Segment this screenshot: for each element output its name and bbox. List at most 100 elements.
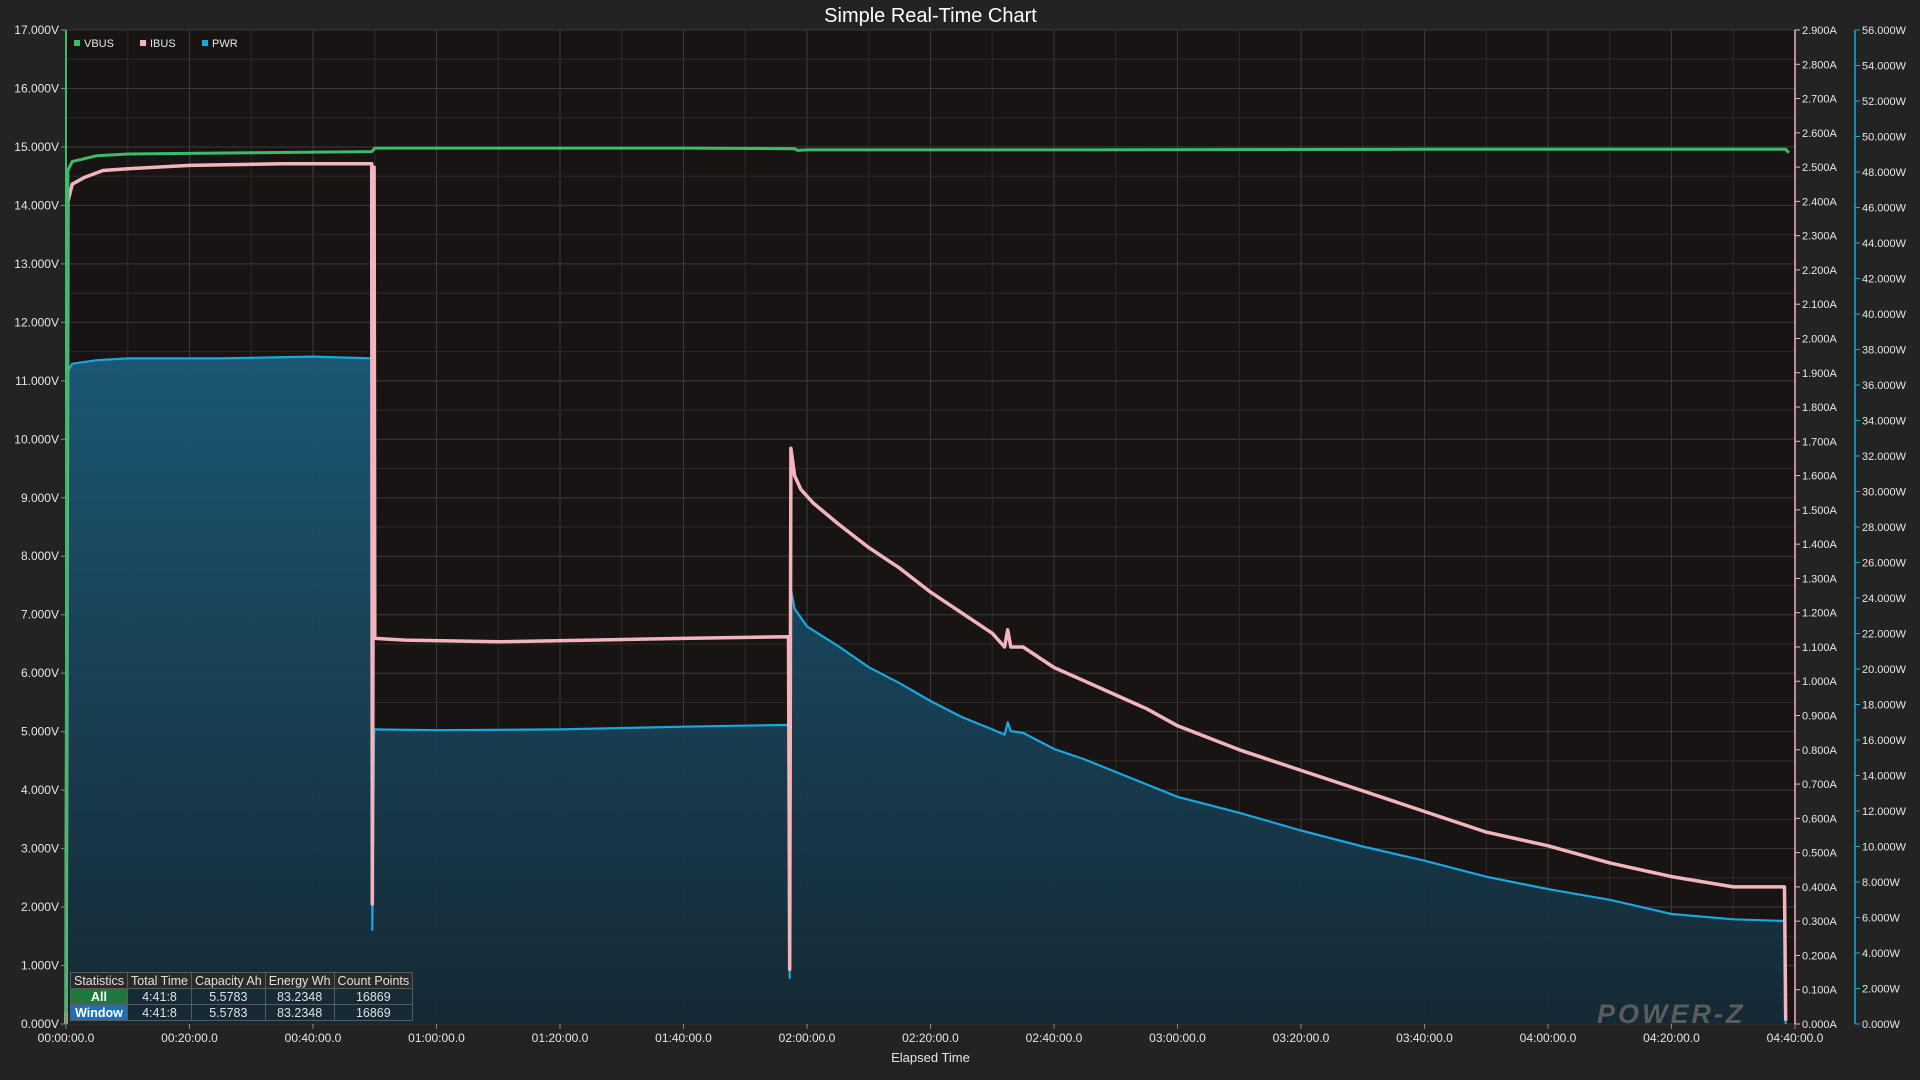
chart-title: Simple Real-Time Chart [824,5,1037,27]
y-right1-tick-label: 0.800A [1802,745,1838,757]
y-left-tick-label: 10.000V [14,432,59,446]
y-right2-tick-label: 10.000W [1862,842,1907,854]
y-right1-tick-label: 0.500A [1802,848,1838,860]
y-right1-tick-label: 0.300A [1802,916,1838,928]
stats-cell-capacity: 5.5783 [190,988,266,1005]
x-tick-label: 02:40:00.0 [1026,1031,1083,1045]
x-tick-label: 00:00:00.0 [38,1031,95,1045]
y-left-tick-label: 8.000V [21,549,59,563]
y-right2-tick-label: 22.000W [1862,629,1907,641]
y-right1-tick-label: 1.500A [1802,505,1838,517]
x-tick-label: 01:40:00.0 [655,1031,712,1045]
y-right2-tick-label: 32.000W [1862,451,1907,463]
y-right2-tick-label: 44.000W [1862,238,1907,250]
y-right2-tick-label: 24.000W [1862,593,1907,605]
legend-swatch [140,40,146,46]
y-right1-tick-label: 0.900A [1802,711,1838,723]
y-left-tick-label: 2.000V [21,900,59,914]
x-tick-label: 00:40:00.0 [285,1031,342,1045]
y-right1-tick-label: 0.600A [1802,813,1838,825]
y-right1-tick-label: 2.800A [1802,59,1838,71]
y-left-tick-label: 16.000V [14,81,59,95]
x-tick-label: 04:20:00.0 [1643,1031,1700,1045]
y-left-tick-label: 1.000V [21,959,59,973]
stats-header: Count Points [333,972,414,989]
y-right2-tick-label: 50.000W [1862,132,1907,144]
y-left-tick-label: 12.000V [14,315,59,329]
y-left-tick-label: 3.000V [21,842,59,856]
y-right1-tick-label: 1.800A [1802,402,1838,414]
y-right1-tick-label: 2.200A [1802,265,1838,277]
y-right2-tick-label: 2.000W [1862,984,1901,996]
y-right2-tick-label: 40.000W [1862,309,1907,321]
statistics-table: Statistics Total Time Capacity Ah Energy… [69,972,414,1021]
y-right1-tick-label: 2.400A [1802,196,1838,208]
y-right2-tick-label: 16.000W [1862,735,1907,747]
x-tick-label: 03:40:00.0 [1396,1031,1453,1045]
chart: Simple Real-Time Chart 00:00:00.0 00:20:0… [14,5,1907,1065]
x-tick-label: 04:40:00.0 [1767,1031,1824,1045]
stats-header: Total Time [127,972,192,989]
y-right2-tick-label: 46.000W [1862,203,1907,215]
y-left-tick-label: 15.000V [14,140,59,154]
y-right2-tick-label: 12.000W [1862,806,1907,818]
y-right1-tick-label: 1.400A [1802,539,1838,551]
y-right2-tick-label: 20.000W [1862,664,1907,676]
stats-header: Energy Wh [264,972,335,989]
y-right1-tick-label: 1.100A [1802,642,1838,654]
y-right2-tick-label: 56.000W [1862,25,1907,37]
y-right2-tick-label: 52.000W [1862,96,1907,108]
y-right1-tick-label: 2.300A [1802,231,1838,243]
legend-swatch [74,40,80,46]
y-right1-tick-label: 2.000A [1802,333,1838,345]
y-right2-tick-label: 30.000W [1862,487,1907,499]
stats-cell-capacity: 5.5783 [190,1004,266,1021]
y-right2-tick-label: 42.000W [1862,274,1907,286]
y-right2-tick-label: 54.000W [1862,61,1907,73]
stats-row-window: Window 4:41:8 5.5783 83.2348 16869 [69,1004,414,1021]
x-tick-label: 03:20:00.0 [1273,1031,1330,1045]
y-right2-tick-label: 4.000W [1862,948,1901,960]
stats-header: Statistics [69,972,129,989]
x-tick-label: 01:20:00.0 [532,1031,589,1045]
stats-cell-total-time: 4:41:8 [127,988,192,1005]
y-right2-tick-label: 6.000W [1862,913,1901,925]
y-right2-tick-label: 26.000W [1862,558,1907,570]
legend-label: VBUS [84,38,114,50]
y-right2-tick-label: 38.000W [1862,345,1907,357]
y-right2-tick-label: 0.000W [1862,1019,1901,1031]
stats-cell-count: 16869 [333,988,414,1005]
y-right1-tick-label: 0.200A [1802,950,1838,962]
y-right1-tick-label: 0.000A [1802,1019,1838,1031]
y-right1-tick-label: 1.600A [1802,471,1838,483]
stats-cell-energy: 83.2348 [264,988,335,1005]
y-right2-tick-label: 48.000W [1862,167,1907,179]
y-left-tick-label: 0.000V [21,1017,59,1031]
legend: VBUS IBUS PWR [74,38,238,50]
y-right1-tick-label: 1.900A [1802,368,1838,380]
stats-header-row: Statistics Total Time Capacity Ah Energy… [69,972,414,989]
stats-cell-count: 16869 [333,1004,414,1021]
x-axis-title: Elapsed Time [891,1050,970,1065]
legend-label: IBUS [150,38,176,50]
y-left-tick-label: 4.000V [21,783,59,797]
stats-cell-energy: 83.2348 [264,1004,335,1021]
y-right1-tick-label: 2.500A [1802,162,1838,174]
x-tick-label: 03:00:00.0 [1149,1031,1206,1045]
stats-row-label: All [69,988,129,1005]
y-left-tick-label: 17.000V [14,23,59,37]
y-left-tick-label: 11.000V [15,374,59,388]
x-tick-label: 02:20:00.0 [902,1031,959,1045]
y-right1-tick-label: 0.400A [1802,882,1838,894]
stats-row-label: Window [69,1004,129,1021]
y-right2-tick-label: 36.000W [1862,380,1907,392]
legend-label: PWR [212,38,238,50]
y-left-tick-label: 14.000V [14,198,59,212]
y-right1-tick-label: 2.600A [1802,128,1838,140]
y-right2-tick-label: 14.000W [1862,771,1907,783]
y-left-tick-label: 5.000V [21,725,59,739]
stats-header: Capacity Ah [190,972,266,989]
y-right1-tick-label: 2.900A [1802,25,1838,37]
y-left-tick-label: 13.000V [14,257,59,271]
y-right2-tick-label: 18.000W [1862,700,1907,712]
